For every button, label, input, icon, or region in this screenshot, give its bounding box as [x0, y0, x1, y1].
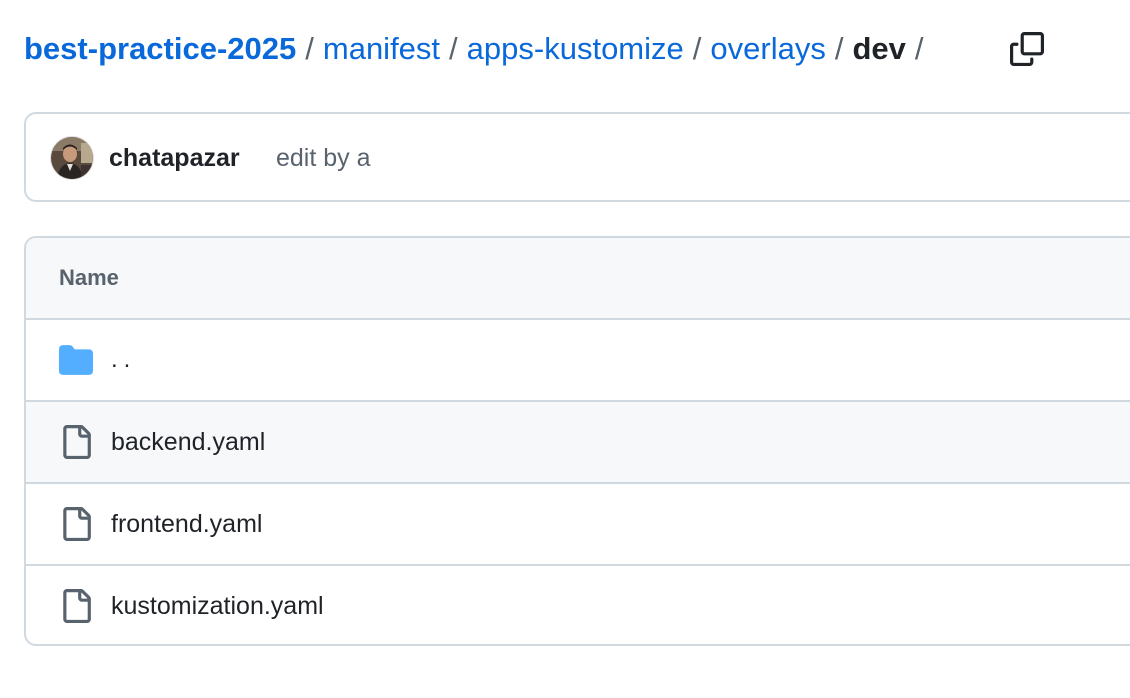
breadcrumb-link-overlays[interactable]: overlays: [710, 26, 825, 72]
table-row-file[interactable]: frontend.yaml: [26, 484, 1130, 566]
breadcrumb-separator: /: [305, 31, 314, 66]
breadcrumb-separator: /: [914, 31, 924, 66]
breadcrumb-separator: /: [449, 31, 458, 66]
file-name-link[interactable]: frontend.yaml: [111, 506, 262, 542]
file-icon: [59, 589, 93, 623]
copy-path-button[interactable]: [1004, 26, 1050, 72]
breadcrumb: best-practice-2025 / manifest / apps-kus…: [24, 26, 924, 72]
file-icon: [59, 425, 93, 459]
breadcrumb-current-dir: dev: [852, 31, 906, 66]
column-header-name: Name: [59, 265, 119, 290]
breadcrumb-link-manifest[interactable]: manifest: [323, 26, 440, 72]
breadcrumb-repo-link[interactable]: best-practice-2025: [24, 26, 296, 72]
table-row-file[interactable]: backend.yaml: [26, 402, 1130, 484]
file-name-link[interactable]: kustomization.yaml: [111, 588, 324, 624]
folder-icon: [59, 343, 93, 377]
avatar-image: [51, 137, 93, 179]
commit-message[interactable]: edit by a: [276, 140, 371, 176]
table-header: Name: [26, 238, 1130, 320]
copy-icon: [1010, 32, 1044, 66]
avatar[interactable]: [51, 137, 93, 179]
file-browser-page: best-practice-2025 / manifest / apps-kus…: [0, 0, 1130, 698]
breadcrumb-separator: /: [692, 31, 702, 66]
table-row-parent-directory[interactable]: ..: [26, 320, 1130, 402]
latest-commit-box: chatapazar edit by a: [24, 112, 1130, 202]
file-name-link[interactable]: backend.yaml: [111, 424, 265, 460]
commit-author[interactable]: chatapazar: [109, 140, 240, 176]
table-row-file[interactable]: kustomization.yaml: [26, 566, 1130, 644]
breadcrumb-link-apps-kustomize[interactable]: apps-kustomize: [467, 26, 684, 72]
file-table: Name .. backend.yaml frontend.yaml kusto…: [24, 236, 1130, 646]
parent-directory-link[interactable]: ..: [111, 342, 136, 378]
file-icon: [59, 507, 93, 541]
breadcrumb-separator: /: [834, 31, 844, 66]
